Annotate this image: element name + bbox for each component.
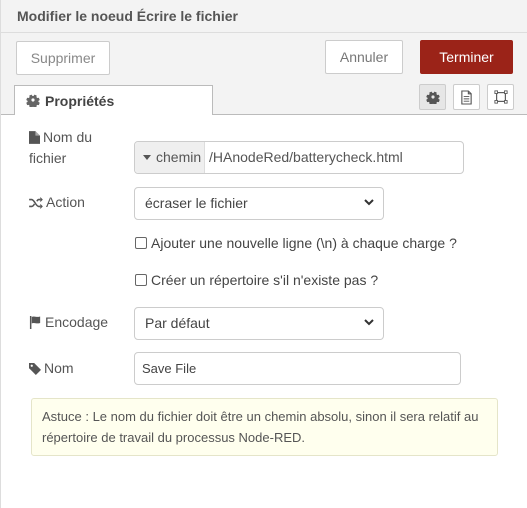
action-label: Action [29,194,85,210]
tray-toolbar: Supprimer Annuler Terminer [1,33,527,81]
done-button[interactable]: Terminer [420,40,513,74]
tabs-bar: Propriétés [1,81,527,116]
append-newline-checkbox[interactable] [135,237,147,249]
tab-button-description[interactable] [453,84,480,110]
tag-icon [29,363,41,375]
encoding-select[interactable]: Par défaut [134,307,384,340]
filename-typed-input[interactable]: chemin /HAnodeRed/batterycheck.html [134,141,464,174]
tray-header: Modifier le noeud Écrire le fichier [1,0,527,33]
filename-type-select[interactable]: chemin [135,142,205,173]
name-label: Nom [29,360,74,376]
tab-button-appearance[interactable] [487,84,514,110]
cancel-button[interactable]: Annuler [325,40,403,74]
encoding-select-value: Par défaut [145,315,210,331]
action-select-value: écraser le fichier [145,195,248,211]
appearance-icon [494,90,508,104]
filename-label: Nom du fichier [29,129,93,166]
chevron-down-icon [364,319,374,326]
action-select[interactable]: écraser le fichier [134,187,384,220]
filename-type-label: chemin [156,149,202,165]
properties-form: Nom du fichier chemin /HAnodeRed/battery… [1,115,527,508]
delete-button[interactable]: Supprimer [16,41,110,75]
tab-button-properties[interactable] [419,84,446,110]
name-input-value: Save File [142,361,197,376]
gear-icon [26,94,40,107]
append-newline-row[interactable]: Ajouter une nouvelle ligne (\n) à chaque… [135,235,457,251]
encoding-label: Encodage [29,314,108,330]
tab-properties-label: Propriétés [45,93,115,109]
edit-tray: Modifier le noeud Écrire le fichier Supp… [0,0,527,508]
tab-properties[interactable]: Propriétés [14,85,213,116]
name-input[interactable]: Save File [134,352,461,385]
create-dir-row[interactable]: Créer un répertoire s'il n'existe pas ? [135,272,378,288]
append-newline-label: Ajouter une nouvelle ligne (\n) à chaque… [151,235,457,251]
caret-down-icon [143,155,151,160]
gear-icon [426,91,440,104]
create-dir-label: Créer un répertoire s'il n'existe pas ? [151,272,379,288]
tray-title: Modifier le noeud Écrire le fichier [17,8,238,24]
file-icon [29,131,40,144]
create-dir-checkbox[interactable] [135,274,147,286]
filename-value: /HAnodeRed/batterycheck.html [209,149,403,165]
shuffle-icon [29,197,43,209]
description-icon [461,90,472,105]
flag-icon [29,316,41,329]
chevron-down-icon [364,199,374,206]
tip-box: Astuce : Le nom du fichier doit être un … [31,398,498,456]
